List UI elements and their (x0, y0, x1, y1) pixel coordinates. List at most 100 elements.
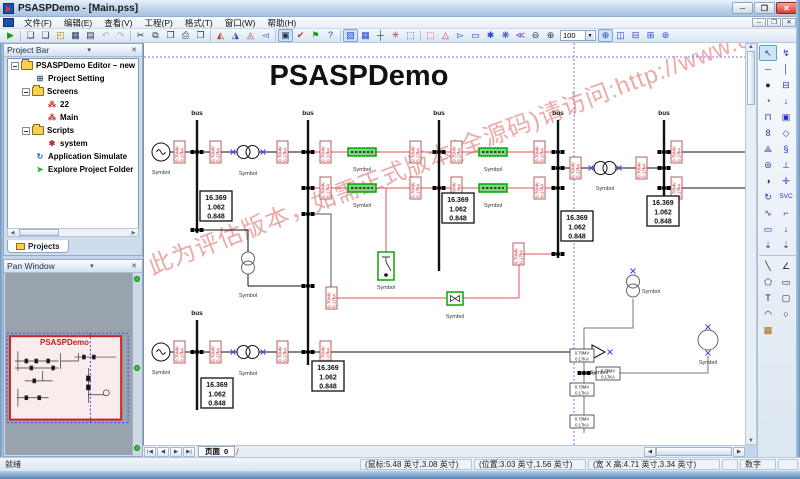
scroll-marker-middle[interactable] (134, 365, 140, 371)
close-button[interactable]: ✕ (776, 2, 797, 14)
tree-item-system-script[interactable]: ✱system (8, 137, 138, 150)
selected-line-segment[interactable] (479, 184, 507, 192)
transformer-symbol[interactable] (242, 252, 255, 274)
export-button[interactable]: ❒ (193, 29, 208, 42)
arrow-tool-a[interactable]: ↓ (777, 221, 795, 237)
draw-ellipse-tool[interactable]: ○ (777, 306, 795, 322)
arrow-tool-c[interactable]: ⇣ (777, 237, 795, 253)
mdi-close-button[interactable]: ✕ (782, 18, 796, 27)
polyline-link-tool[interactable]: ↯ (777, 45, 795, 61)
pan-miniature[interactable]: PSASPDemo (5, 273, 132, 456)
motor-tool[interactable]: ⊜ (759, 157, 777, 173)
bus-value-box[interactable] (312, 361, 344, 391)
run-button[interactable]: ▶ (3, 29, 18, 42)
tree-item-scripts[interactable]: Scripts (8, 124, 138, 137)
winding-tool[interactable]: 8 (759, 125, 777, 141)
print-button[interactable]: ⎙ (178, 29, 193, 42)
draw-rect-tool[interactable]: ▭ (777, 274, 795, 290)
flip-horizontal-button[interactable]: ◬ (243, 29, 258, 42)
breaker-tool[interactable]: ▣ (777, 109, 795, 125)
undo-button[interactable]: ↶ (98, 29, 113, 42)
diagram-title[interactable]: PSASPDemo (270, 60, 449, 92)
wires-gray[interactable] (584, 299, 708, 433)
draw-image-tool[interactable]: ▩ (759, 322, 777, 338)
wires-red[interactable] (308, 152, 558, 298)
draw-polygon-tool[interactable]: ⬠ (759, 274, 777, 290)
scroll-thumb[interactable] (656, 447, 732, 456)
zoom-combobox[interactable]: ▼ (560, 30, 596, 41)
menu-help[interactable]: 帮助(H) (261, 17, 302, 29)
fit-all-button[interactable]: ⊞ (643, 29, 658, 42)
open-button[interactable]: ◰ (53, 29, 68, 42)
selected-line-segment[interactable] (348, 184, 376, 192)
settings-button[interactable]: ✱ (483, 29, 498, 42)
scroll-down-arrow[interactable]: ▼ (746, 438, 756, 444)
save-button[interactable]: ▦ (68, 29, 83, 42)
draw-roundrect-tool[interactable]: ▢ (777, 290, 795, 306)
tree-item-explore-project-folder[interactable]: ➤Explore Project Folder (8, 163, 138, 176)
selected-breaker-symbol[interactable] (447, 292, 463, 305)
scroll-right-arrow[interactable]: ▶ (129, 229, 138, 236)
zoom-dropdown-arrow[interactable]: ▼ (585, 31, 594, 40)
bus-value-box[interactable] (201, 378, 233, 408)
pan-button[interactable]: ❋ (498, 29, 513, 42)
collapse-icon[interactable] (22, 88, 30, 96)
menu-file[interactable]: 文件(F) (18, 17, 58, 29)
scroll-left-arrow[interactable]: ◀ (644, 447, 656, 457)
generator-tool[interactable]: ◔ (759, 93, 777, 109)
next-page-button[interactable]: ▶ (170, 447, 182, 457)
ruler-button[interactable]: ┼ (373, 29, 388, 42)
horizontal-line-tool[interactable]: ─ (759, 61, 777, 77)
pan-page[interactable] (10, 336, 121, 419)
previous-view-button[interactable]: ≪ (513, 29, 528, 42)
select-tool[interactable]: ↖ (759, 45, 777, 61)
panel-close-icon[interactable]: ✕ (129, 262, 139, 270)
canvas-vertical-scrollbar[interactable]: ▲ ▼ (745, 43, 757, 445)
junction-nodes[interactable] (191, 150, 671, 375)
load-box-tool[interactable]: ▭ (759, 221, 777, 237)
zoom-window-button[interactable]: ⊕ (598, 29, 613, 42)
bus-node-tool[interactable]: ● (759, 77, 777, 93)
tree-item-application-simulate[interactable]: ↻Application Simulate (8, 150, 138, 163)
maximize-button[interactable]: ❐ (754, 2, 775, 14)
pi-section-tool[interactable]: ⊓ (759, 109, 777, 125)
menu-edit[interactable]: 编辑(E) (58, 17, 98, 29)
triangle-button[interactable]: △ (438, 29, 453, 42)
marquee-button[interactable]: ⬚ (423, 29, 438, 42)
snap-button[interactable]: ✳ (388, 29, 403, 42)
condenser-tool[interactable]: ↻ (759, 189, 777, 205)
zoom-out-button[interactable]: ⊖ (528, 29, 543, 42)
scroll-left-arrow[interactable]: ◀ (8, 229, 17, 236)
collapse-icon[interactable] (22, 127, 30, 135)
align-right-button[interactable]: ◮ (228, 29, 243, 42)
pan-window-content[interactable]: PSASPDemo (5, 273, 141, 455)
schematic-canvas[interactable]: 0.70MV 0.17kA 0.70MV 0.17KA 16.369 1.062… (143, 43, 745, 445)
draw-text-tool[interactable]: T (759, 290, 777, 306)
tree-item-screens[interactable]: Screens (8, 85, 138, 98)
new-button[interactable]: ❏ (23, 29, 38, 42)
first-page-button[interactable]: |◀ (144, 447, 156, 457)
simulate-button[interactable]: ▣ (278, 29, 293, 42)
zoom-area-button[interactable]: ▭ (468, 29, 483, 42)
cut-button[interactable]: ✂ (133, 29, 148, 42)
tree-item-project-setting[interactable]: ⊞Project Setting (8, 72, 138, 85)
grid-button[interactable]: ▦ (358, 29, 373, 42)
panel-menu-icon[interactable]: ▾ (88, 262, 96, 270)
minimize-button[interactable]: ─ (732, 2, 753, 14)
mdi-restore-button[interactable]: ❐ (767, 18, 781, 27)
tab-projects[interactable]: Projects (7, 240, 69, 253)
tree-item-root[interactable]: PSASPDemo Editor – new (8, 59, 138, 72)
zoom-value-input[interactable] (561, 31, 585, 40)
mdi-minimize-button[interactable]: ─ (752, 18, 766, 27)
capacitor-tool[interactable]: ◇ (777, 125, 795, 141)
help-button[interactable]: ? (323, 29, 338, 42)
tree-horizontal-scrollbar[interactable]: ◀▶ (7, 228, 139, 237)
paste-button[interactable]: ❐ (163, 29, 178, 42)
condenser-symbol[interactable] (698, 330, 718, 350)
tree-item-screen-main[interactable]: ⁂Main (8, 111, 138, 124)
save-all-button[interactable]: ▤ (83, 29, 98, 42)
scroll-right-arrow[interactable]: ▶ (733, 447, 745, 457)
draw-arc-tool[interactable]: ◠ (759, 306, 777, 322)
page-tab[interactable]: 页面 0 (198, 446, 235, 457)
scroll-thumb[interactable] (747, 51, 755, 105)
